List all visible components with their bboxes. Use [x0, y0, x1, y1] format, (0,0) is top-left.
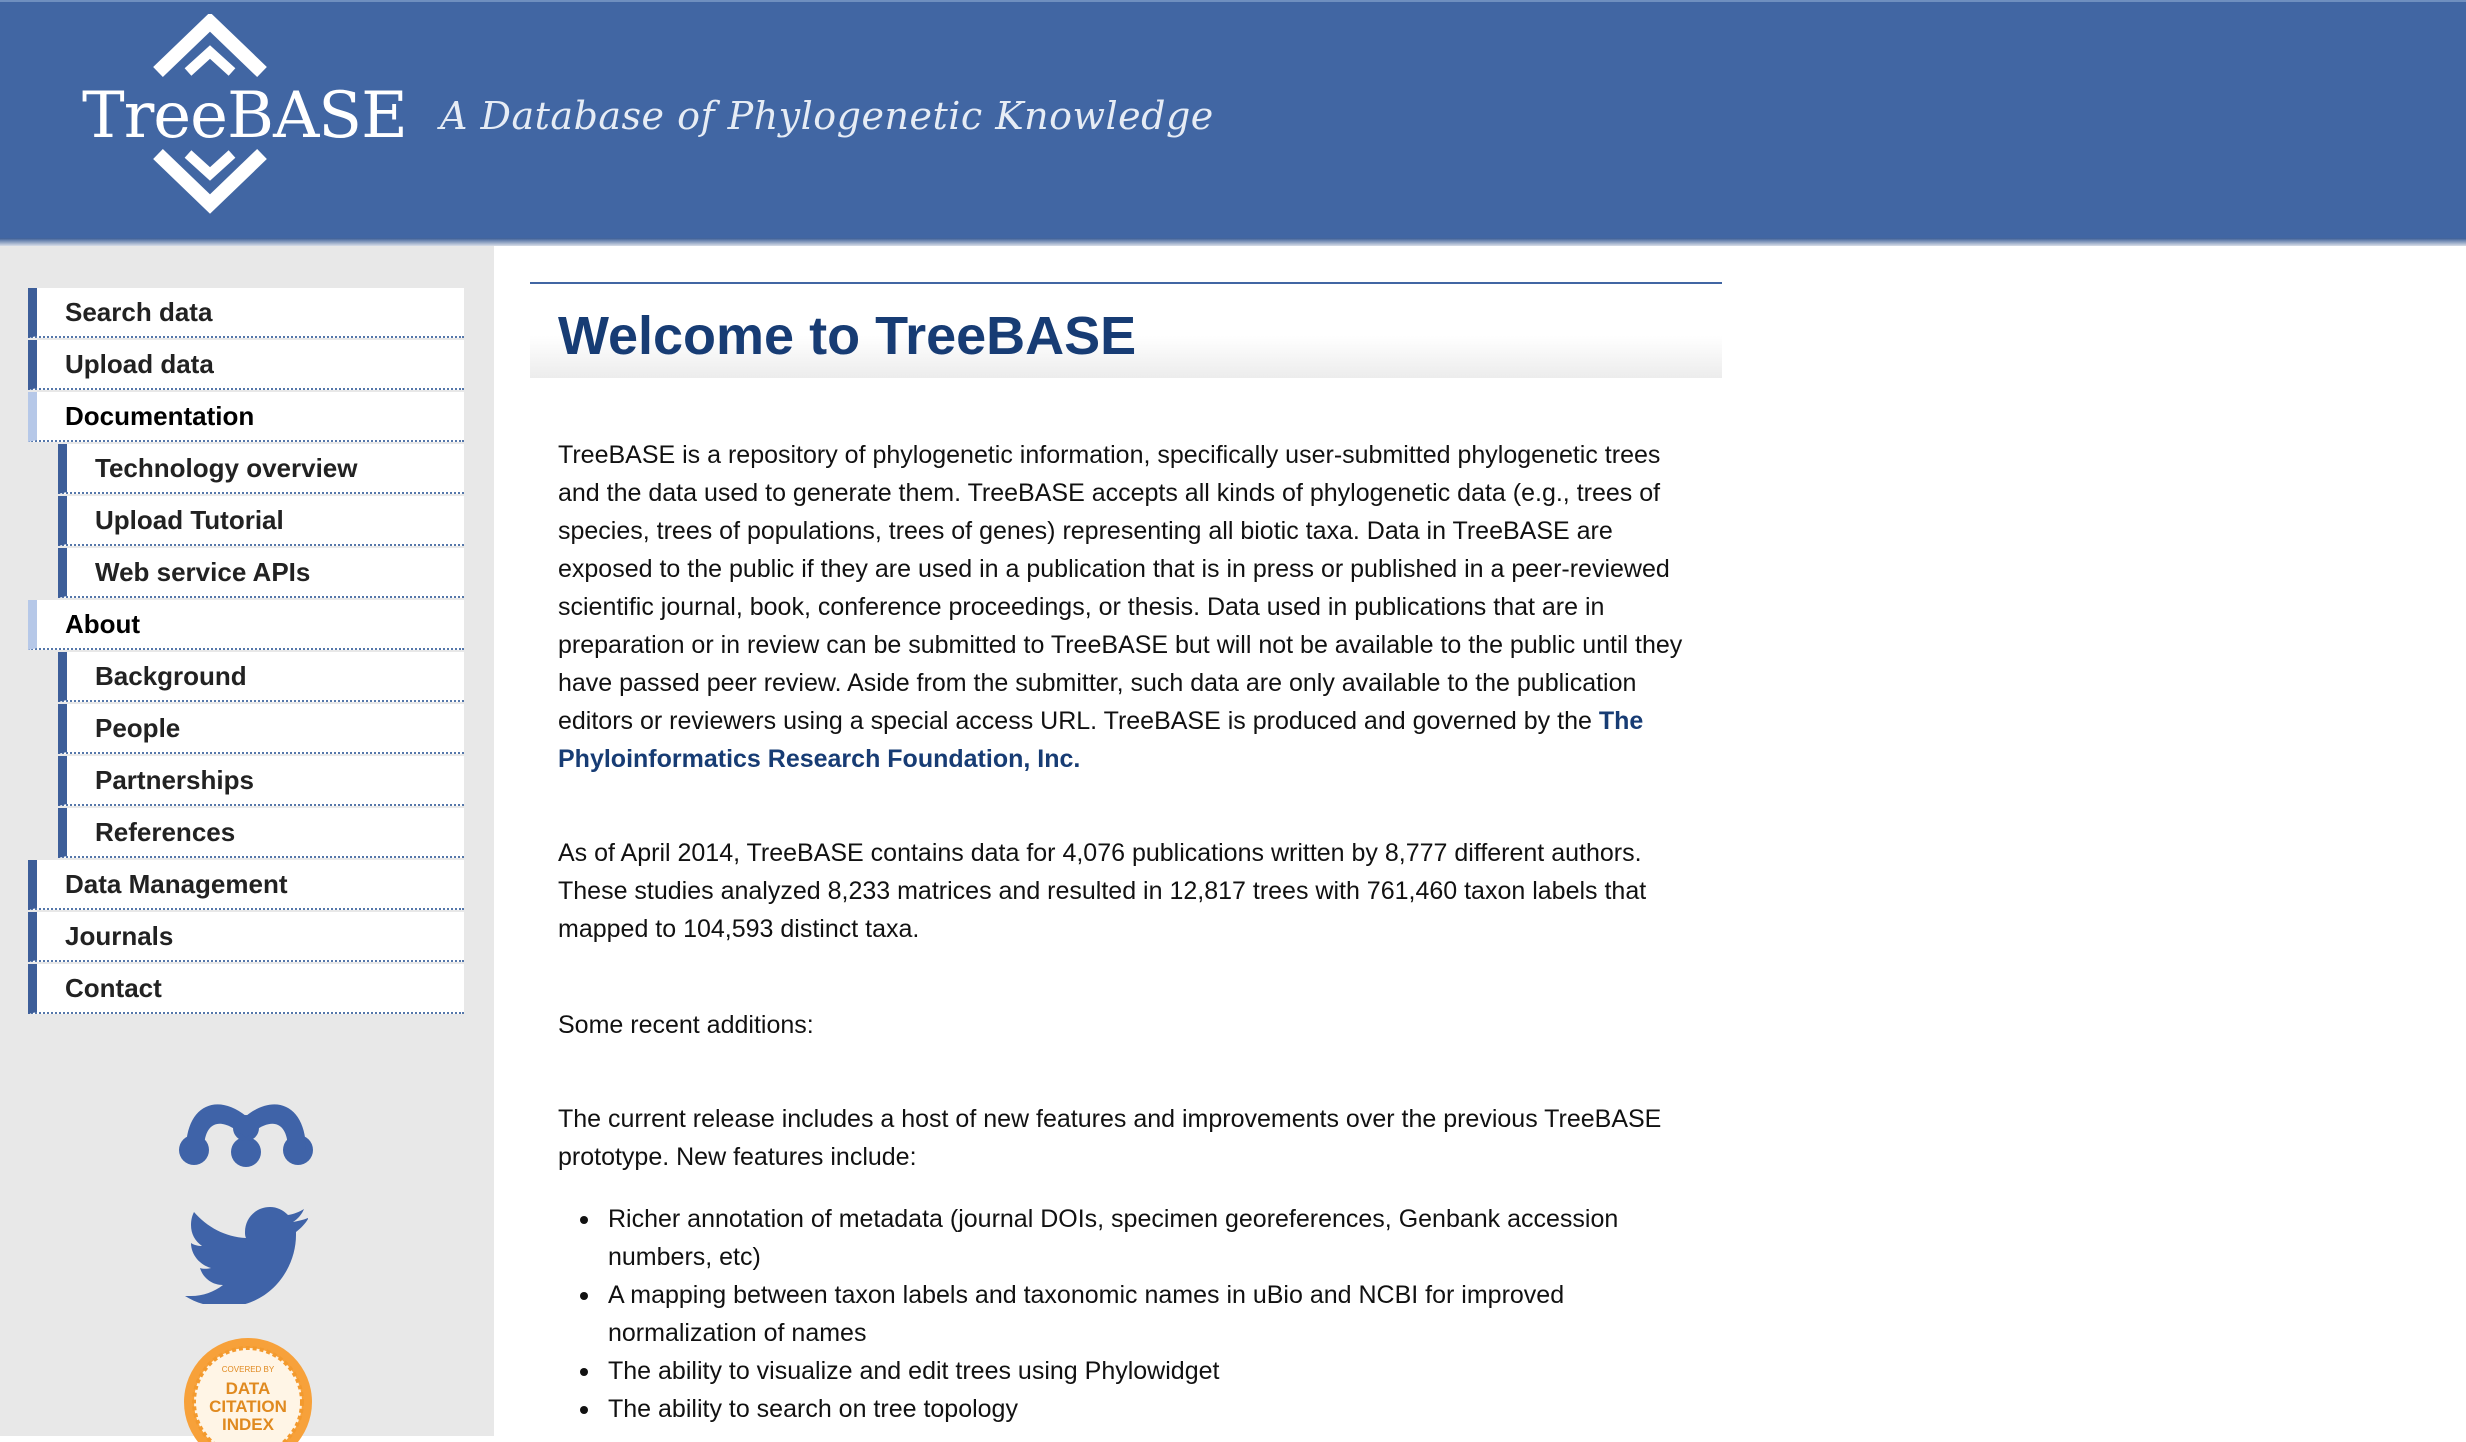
- nav-people[interactable]: People: [58, 704, 464, 754]
- nav-technology-overview[interactable]: Technology overview: [58, 444, 464, 494]
- intro-paragraph: TreeBASE is a repository of phylogenetic…: [558, 436, 1688, 778]
- treebase-logo[interactable]: TreeBASE: [70, 14, 408, 214]
- badge-text-covered-by: COVERED BY: [222, 1365, 275, 1374]
- twitter-icon[interactable]: [176, 1204, 316, 1304]
- feature-item: A mapping between taxon labels and taxon…: [558, 1276, 1688, 1352]
- mendeley-icon[interactable]: [176, 1086, 316, 1176]
- nav-data-management[interactable]: Data Management: [28, 860, 464, 910]
- sidebar-nav: Search data Upload data Documentation Te…: [28, 288, 464, 1016]
- data-citation-index-badge[interactable]: COVERED BY DATA CITATION INDEX: [178, 1332, 318, 1442]
- nav-references[interactable]: References: [58, 808, 464, 858]
- badge-text-citation: CITATION: [209, 1397, 287, 1416]
- title-box: Welcome to TreeBASE: [530, 282, 1722, 378]
- nav-contact[interactable]: Contact: [28, 964, 464, 1014]
- nav-upload-tutorial[interactable]: Upload Tutorial: [58, 496, 464, 546]
- nav-documentation[interactable]: Documentation: [28, 392, 464, 442]
- feature-item: The ability to visualize and edit trees …: [558, 1352, 1688, 1390]
- stats-paragraph: As of April 2014, TreeBASE contains data…: [558, 839, 1647, 943]
- feature-item: Richer annotation of metadata (journal D…: [558, 1200, 1688, 1276]
- nav-web-service-apis[interactable]: Web service APIs: [58, 548, 464, 598]
- nav-background[interactable]: Background: [58, 652, 464, 702]
- sidebar: Search data Upload data Documentation Te…: [0, 246, 494, 1442]
- intro-text: TreeBASE is a repository of phylogenetic…: [558, 441, 1683, 735]
- logo-text: TreeBASE: [82, 79, 408, 153]
- site-header: TreeBASE A Database of Phylogenetic Know…: [0, 0, 2466, 246]
- feature-item: The ability to search on tree topology: [558, 1390, 1688, 1428]
- page-title: Welcome to TreeBASE: [558, 306, 1137, 366]
- recent-additions-heading: Some recent additions:: [558, 1011, 814, 1039]
- nav-upload-data[interactable]: Upload data: [28, 340, 464, 390]
- badge-text-index: INDEX: [222, 1415, 275, 1434]
- nav-about[interactable]: About: [28, 600, 464, 650]
- nav-journals[interactable]: Journals: [28, 912, 464, 962]
- release-paragraph: The current release includes a host of n…: [558, 1105, 1662, 1171]
- badge-text-data: DATA: [226, 1379, 271, 1398]
- features-list: Richer annotation of metadata (journal D…: [558, 1200, 1688, 1428]
- nav-search-data[interactable]: Search data: [28, 288, 464, 338]
- main-content: Welcome to TreeBASE TreeBASE is a reposi…: [530, 282, 1722, 1423]
- site-tagline: A Database of Phylogenetic Knowledge: [440, 94, 1214, 138]
- nav-partnerships[interactable]: Partnerships: [58, 756, 464, 806]
